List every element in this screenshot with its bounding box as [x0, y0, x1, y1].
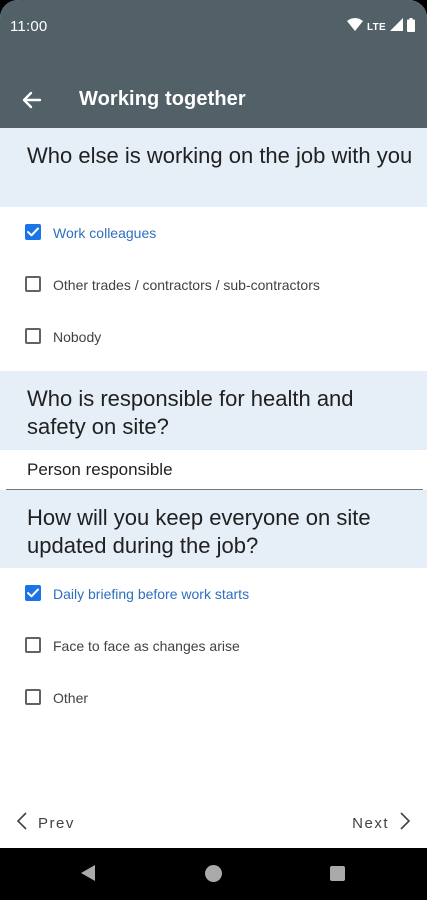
person-responsible-input[interactable]	[27, 460, 407, 480]
status-bar: 11:00 LTE	[0, 0, 427, 56]
back-button[interactable]	[18, 86, 46, 114]
option-other-trades[interactable]: Other trades / contractors / sub-contrac…	[0, 259, 427, 311]
checkbox-unchecked[interactable]	[25, 276, 41, 292]
checkbox-unchecked[interactable]	[25, 328, 41, 344]
option-daily-briefing[interactable]: Daily briefing before work starts	[0, 568, 427, 620]
battery-icon	[407, 17, 415, 37]
input-underline	[6, 489, 423, 490]
app-bar: Working together	[0, 70, 427, 128]
question-heading: Who is responsible for health and safety…	[0, 371, 427, 450]
status-icons: LTE	[346, 17, 415, 37]
chevron-left-icon	[16, 812, 28, 834]
person-responsible-field	[0, 450, 427, 490]
page-title: Working together	[79, 88, 246, 110]
wifi-icon	[346, 18, 363, 36]
app-header: 11:00 LTE Working together	[0, 0, 427, 128]
question-heading: Who else is working on the job with you	[0, 128, 427, 207]
status-time: 11:00	[10, 18, 48, 35]
signal-icon	[390, 18, 403, 36]
system-recents-icon[interactable]	[330, 866, 345, 881]
prev-button[interactable]: Prev	[16, 812, 75, 834]
option-label: Face to face as changes arise	[53, 638, 240, 654]
next-button[interactable]: Next	[352, 812, 411, 834]
network-type: LTE	[366, 21, 386, 33]
option-other[interactable]: Other	[0, 672, 427, 724]
arrow-back-icon	[18, 91, 46, 118]
option-nobody[interactable]: Nobody	[0, 311, 427, 363]
checkbox-checked[interactable]	[25, 224, 41, 240]
checkbox-unchecked[interactable]	[25, 689, 41, 705]
option-face-to-face[interactable]: Face to face as changes arise	[0, 620, 427, 672]
option-label: Other	[53, 690, 89, 706]
form-content: Who else is working on the job with you …	[0, 128, 427, 724]
system-back-icon[interactable]	[80, 864, 96, 887]
next-label: Next	[352, 814, 389, 832]
checkbox-unchecked[interactable]	[25, 637, 41, 653]
question-heading: How will you keep everyone on site updat…	[0, 490, 427, 568]
prev-label: Prev	[38, 814, 75, 832]
option-label: Other trades / contractors / sub-contrac…	[53, 277, 320, 293]
option-label: Daily briefing before work starts	[53, 586, 250, 602]
app-screen: 11:00 LTE Working together Who else is w…	[0, 0, 427, 848]
chevron-right-icon	[399, 812, 411, 834]
option-label: Nobody	[53, 329, 102, 345]
option-work-colleagues[interactable]: Work colleagues	[0, 207, 427, 259]
checkbox-checked[interactable]	[25, 585, 41, 601]
option-label: Work colleagues	[53, 225, 157, 241]
system-home-icon[interactable]	[205, 865, 222, 882]
system-navigation-bar	[0, 848, 427, 900]
